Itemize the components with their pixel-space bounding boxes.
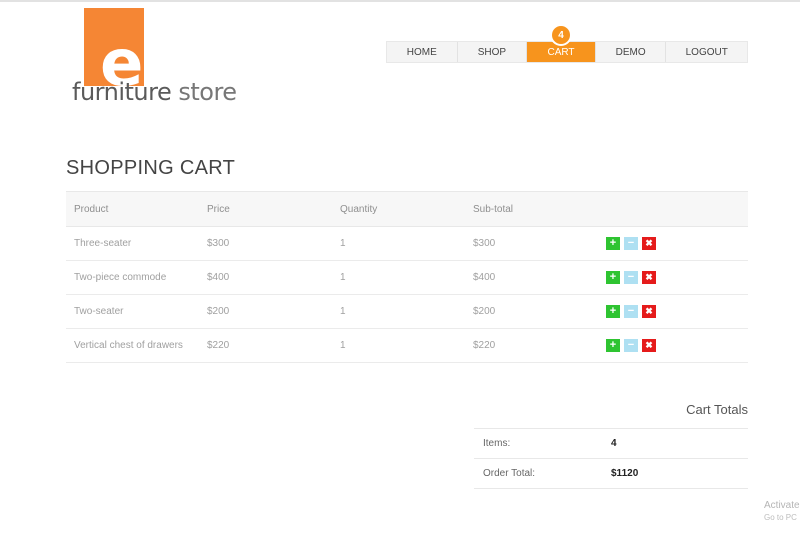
header-product: Product (66, 191, 199, 227)
cell-price: $220 (199, 328, 332, 363)
header-actions (598, 191, 748, 227)
cell-price: $300 (199, 226, 332, 261)
header-price: Price (199, 191, 332, 227)
top-border (0, 0, 800, 2)
items-label: Items: (474, 428, 602, 459)
cell-subtotal: $400 (465, 260, 598, 295)
main-nav: HOME SHOP 4 CART DEMO LOGOUT (386, 24, 748, 63)
order-total-value: $1120 (602, 458, 748, 489)
table-row: Two-seater $200 1 $200 + − ✖ (66, 294, 748, 329)
nav-shop-label: SHOP (477, 46, 507, 58)
remove-icon[interactable]: ✖ (642, 237, 656, 250)
cell-quantity: 1 (332, 226, 465, 261)
remove-icon[interactable]: ✖ (642, 271, 656, 284)
cell-quantity: 1 (332, 328, 465, 363)
cell-actions: + − ✖ (598, 294, 748, 329)
nav-home-label: HOME (406, 46, 437, 58)
table-row: Vertical chest of drawers $220 1 $220 + … (66, 328, 748, 363)
nav-logout[interactable]: LOGOUT (666, 42, 747, 62)
header-quantity: Quantity (332, 191, 465, 227)
cart-table: Product Price Quantity Sub-total Three-s… (66, 191, 748, 363)
nav-demo[interactable]: DEMO (596, 42, 667, 62)
table-row: Two-piece commode $400 1 $400 + − ✖ (66, 260, 748, 295)
cell-subtotal: $220 (465, 328, 598, 363)
nav-cart[interactable]: 4 CART (527, 24, 596, 62)
logo-wordmark: furniture store (72, 78, 237, 106)
nav-home[interactable]: HOME (387, 42, 458, 62)
plus-icon[interactable]: + (606, 271, 620, 284)
nav-demo-label: DEMO (615, 46, 646, 58)
cell-quantity: 1 (332, 294, 465, 329)
watermark-line1: Activate (764, 500, 800, 511)
remove-icon[interactable]: ✖ (642, 339, 656, 352)
items-value: 4 (602, 428, 748, 459)
totals-row-items: Items: 4 (474, 428, 748, 459)
minus-icon[interactable]: − (624, 339, 638, 352)
remove-icon[interactable]: ✖ (642, 305, 656, 318)
cell-price: $400 (199, 260, 332, 295)
header-subtotal: Sub-total (465, 191, 598, 227)
cell-actions: + − ✖ (598, 328, 748, 363)
plus-icon[interactable]: + (606, 305, 620, 318)
cell-subtotal: $300 (465, 226, 598, 261)
cell-price: $200 (199, 294, 332, 329)
order-total-label: Order Total: (474, 458, 602, 489)
logo-word-store: store (178, 78, 237, 106)
cell-product: Two-piece commode (66, 260, 199, 295)
cart-count-badge: 4 (550, 24, 573, 46)
nav-logout-label: LOGOUT (685, 46, 728, 58)
cell-subtotal: $200 (465, 294, 598, 329)
activation-watermark: Activate Go to PC (764, 500, 800, 522)
cell-product: Three-seater (66, 226, 199, 261)
cart-totals-title: Cart Totals (686, 402, 748, 417)
minus-icon[interactable]: − (624, 237, 638, 250)
plus-icon[interactable]: + (606, 339, 620, 352)
cart-totals-table: Items: 4 Order Total: $1120 (474, 428, 748, 489)
totals-row-order-total: Order Total: $1120 (474, 458, 748, 489)
minus-icon[interactable]: − (624, 305, 638, 318)
minus-icon[interactable]: − (624, 271, 638, 284)
page-title: SHOPPING CART (66, 157, 236, 179)
cart-header-row: Product Price Quantity Sub-total (66, 191, 748, 227)
cell-actions: + − ✖ (598, 260, 748, 295)
nav-shop[interactable]: SHOP (458, 42, 528, 62)
cell-actions: + − ✖ (598, 226, 748, 261)
logo-word-furniture: furniture (72, 78, 172, 106)
cell-quantity: 1 (332, 260, 465, 295)
nav-cart-label: CART (547, 46, 575, 58)
cell-product: Two-seater (66, 294, 199, 329)
cell-product: Vertical chest of drawers (66, 328, 199, 363)
watermark-line2: Go to PC (764, 513, 797, 522)
plus-icon[interactable]: + (606, 237, 620, 250)
table-row: Three-seater $300 1 $300 + − ✖ (66, 226, 748, 261)
store-logo[interactable]: e furniture store (70, 8, 250, 108)
